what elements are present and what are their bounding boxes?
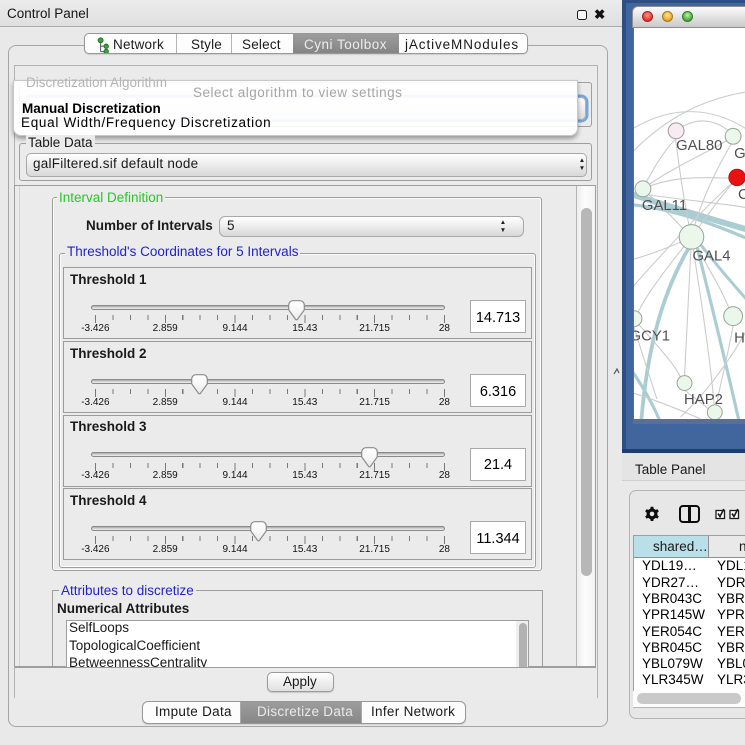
svg-text:GA: GA — [734, 146, 745, 162]
svg-text:HA: HA — [734, 330, 745, 346]
svg-text:HAP2: HAP2 — [684, 391, 723, 407]
svg-text:GAL11: GAL11 — [642, 198, 687, 214]
svg-text:C: C — [738, 187, 745, 203]
svg-text:GAL4: GAL4 — [692, 248, 730, 264]
svg-text:GCY1: GCY1 — [633, 328, 670, 344]
svg-text:GAL80: GAL80 — [676, 138, 722, 154]
